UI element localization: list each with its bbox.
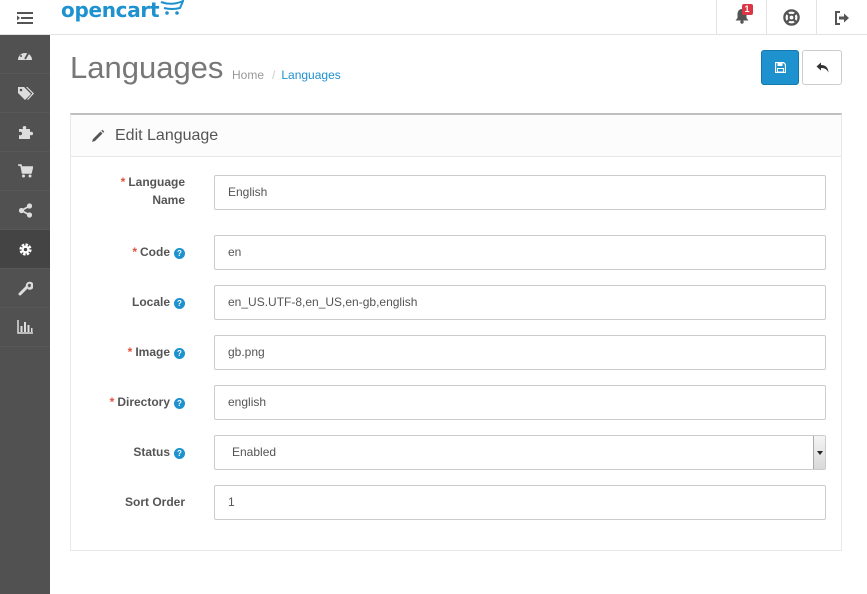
image-input[interactable]: gb.png — [214, 335, 826, 370]
help-icon[interactable]: ? — [174, 248, 185, 259]
status-selected-value: Enabled — [232, 445, 277, 459]
help-button[interactable] — [766, 0, 816, 35]
bar-chart-icon — [17, 320, 33, 334]
sidebar-item-marketing[interactable] — [0, 191, 50, 230]
wrench-icon — [18, 281, 33, 295]
code-label: * Code? — [132, 243, 185, 261]
cog-icon — [18, 242, 32, 256]
dashboard-icon — [18, 50, 32, 60]
help-icon[interactable]: ? — [174, 398, 185, 409]
logo-text: opencart — [61, 0, 160, 22]
breadcrumb-home-link[interactable]: Home — [232, 68, 264, 82]
cart-icon — [17, 164, 33, 178]
save-button[interactable] — [761, 50, 799, 85]
panel-heading: Edit Language — [71, 115, 841, 157]
sign-out-icon — [835, 10, 849, 25]
alert-count-badge: 1 — [741, 4, 753, 15]
pencil-icon — [92, 129, 105, 142]
breadcrumb: Home / Languages — [232, 68, 341, 82]
sidebar-item-sales[interactable] — [0, 152, 50, 191]
sidebar — [0, 35, 50, 594]
reply-icon — [816, 62, 828, 73]
sidebar-item-reports[interactable] — [0, 308, 50, 347]
logout-button[interactable] — [816, 0, 867, 35]
directory-input[interactable]: english — [214, 385, 826, 420]
locale-input[interactable]: en_US.UTF-8,en_US,en-gb,english — [214, 285, 826, 320]
status-select[interactable]: Enabled — [214, 435, 826, 470]
breadcrumb-languages-link[interactable]: Languages — [281, 68, 340, 82]
share-icon — [18, 202, 32, 218]
sort-order-label: Sort Order — [124, 495, 185, 509]
logo[interactable]: opencart — [61, 0, 185, 26]
language-name-label: * Language Name — [120, 175, 185, 207]
cart-logo-icon — [160, 0, 185, 15]
back-button[interactable] — [802, 50, 842, 85]
code-input[interactable]: en — [214, 235, 826, 270]
sidebar-item-extensions[interactable] — [0, 113, 50, 152]
sidebar-item-tools[interactable] — [0, 269, 50, 308]
sidebar-item-dashboard[interactable] — [0, 35, 50, 74]
help-icon[interactable]: ? — [174, 348, 185, 359]
help-icon[interactable]: ? — [174, 448, 185, 459]
status-label: Status? — [133, 443, 185, 461]
menu-toggle-button[interactable] — [0, 0, 50, 35]
page-title: Languages — [70, 50, 224, 85]
sidebar-item-system[interactable] — [0, 230, 50, 269]
directory-label: * Directory? — [110, 393, 185, 411]
dropdown-arrow-icon[interactable] — [813, 436, 825, 469]
tags-icon — [17, 86, 34, 100]
sort-order-input[interactable]: 1 — [214, 485, 826, 520]
help-icon[interactable]: ? — [174, 298, 185, 309]
sidebar-item-catalog[interactable] — [0, 74, 50, 113]
language-name-input[interactable]: English — [214, 175, 826, 210]
required-marker: * — [109, 395, 115, 409]
life-ring-icon — [783, 9, 800, 26]
breadcrumb-separator: / — [272, 68, 276, 82]
save-icon — [774, 62, 786, 73]
content: Languages Home / Languages Edit Language… — [50, 35, 867, 594]
panel-title: Edit Language — [115, 126, 219, 144]
alerts-button[interactable]: 1 — [716, 0, 766, 35]
required-marker: * — [132, 245, 137, 259]
edit-language-panel: Edit Language * Language Name English * Co… — [70, 113, 842, 551]
image-label: * Image? — [128, 343, 185, 361]
locale-label: Locale? — [132, 293, 185, 311]
required-marker: * — [127, 345, 133, 359]
menu-icon — [17, 11, 33, 24]
puzzle-icon — [18, 125, 33, 139]
required-marker: * — [120, 175, 126, 189]
header: opencart 1 — [0, 0, 867, 35]
